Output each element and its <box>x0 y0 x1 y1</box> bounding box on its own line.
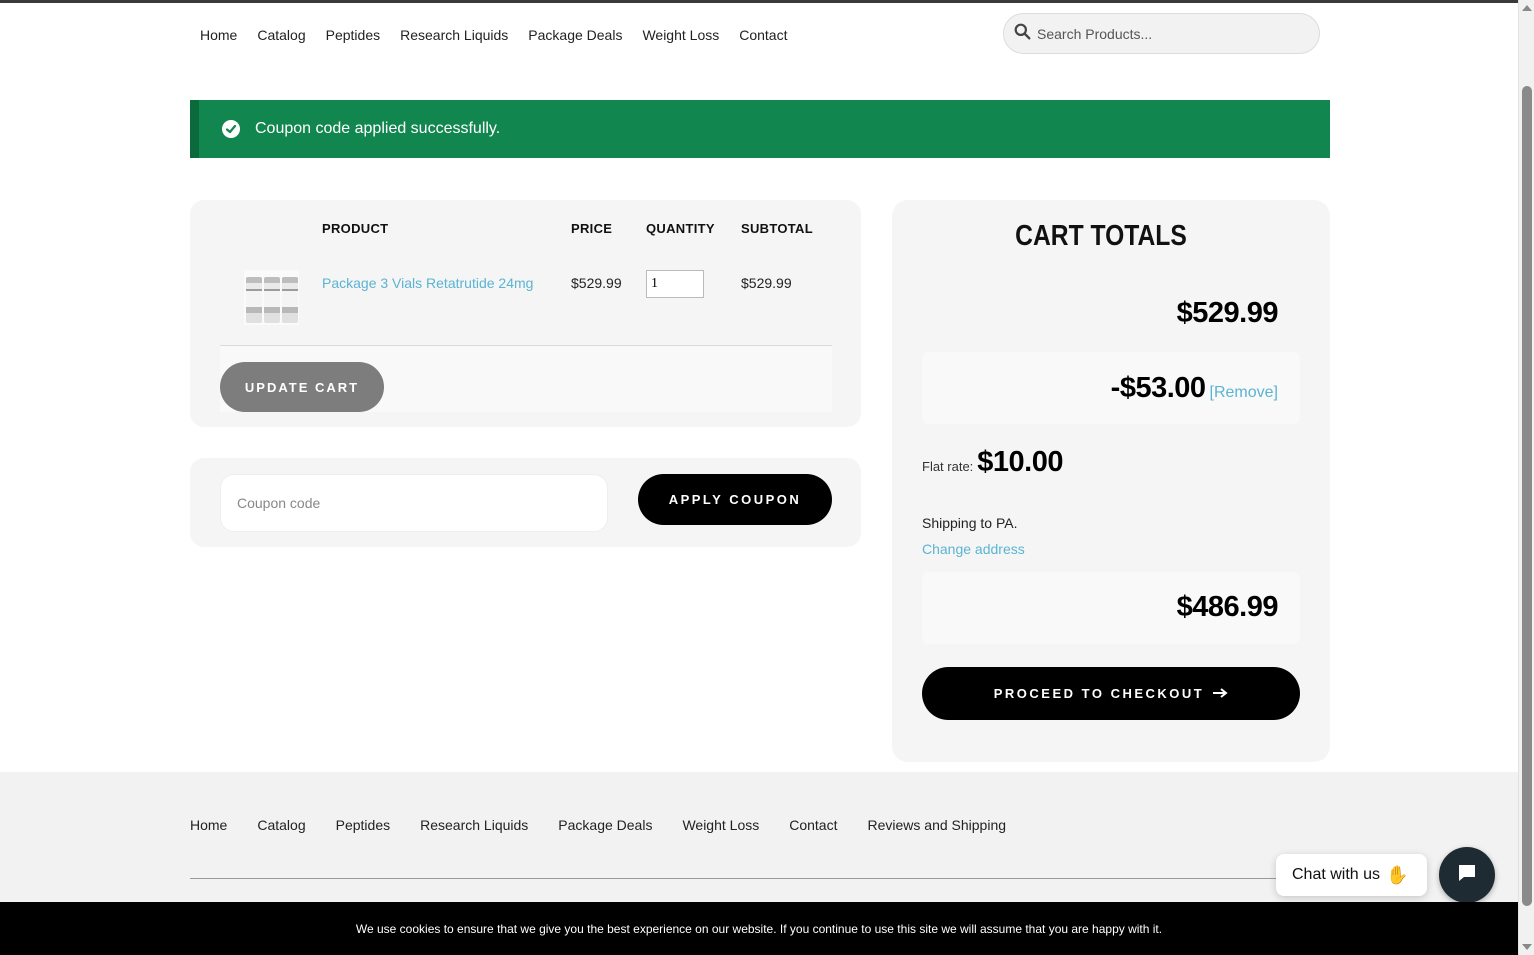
cookie-banner: We use cookies to ensure that we give yo… <box>0 902 1518 955</box>
check-circle-icon <box>222 120 240 138</box>
flat-rate-value: $10.00 <box>977 446 1063 478</box>
coupon-panel: APPLY COUPON <box>190 458 861 547</box>
product-thumbnail[interactable] <box>244 270 299 325</box>
header-subtotal: SUBTOTAL <box>741 221 813 236</box>
nav-contact[interactable]: Contact <box>739 27 787 43</box>
scroll-down-icon[interactable] <box>1522 944 1532 950</box>
shipping-method: Flat rate: $10.00 <box>922 446 1063 479</box>
nav-weight-loss[interactable]: Weight Loss <box>642 27 719 43</box>
apply-coupon-button[interactable]: APPLY COUPON <box>638 474 832 525</box>
search-box <box>1003 13 1320 54</box>
chat-prompt[interactable]: Chat with us ✋ <box>1276 854 1427 896</box>
flat-rate-label: Flat rate: <box>922 459 974 474</box>
footer-home[interactable]: Home <box>190 817 227 833</box>
footer-contact[interactable]: Contact <box>789 817 837 833</box>
update-cart-button[interactable]: UPDATE CART <box>220 362 384 412</box>
footer-weight-loss[interactable]: Weight Loss <box>682 817 759 833</box>
remove-coupon-link[interactable]: [Remove] <box>1210 384 1278 402</box>
quantity-input[interactable] <box>646 270 704 298</box>
product-name-link[interactable]: Package 3 Vials Retatrutide 24mg <box>322 275 533 291</box>
footer-nav: Home Catalog Peptides Research Liquids P… <box>190 817 1006 833</box>
search-icon[interactable] <box>1014 23 1031 45</box>
order-total-row: $486.99 <box>922 572 1300 644</box>
waving-hand-icon: ✋ <box>1386 864 1409 885</box>
header-quantity: QUANTITY <box>646 221 715 236</box>
search-input[interactable] <box>1037 25 1307 42</box>
nav-package-deals[interactable]: Package Deals <box>528 27 622 43</box>
change-address-link[interactable]: Change address <box>922 541 1025 557</box>
success-notice: Coupon code applied successfully. <box>190 100 1330 158</box>
nav-home[interactable]: Home <box>200 27 237 43</box>
main-nav: Home Catalog Peptides Research Liquids P… <box>200 27 787 43</box>
cart-totals: CART TOTALS $529.99 -$53.00 [Remove] Fla… <box>892 200 1330 762</box>
header-price: PRICE <box>571 221 613 236</box>
chat-launcher-button[interactable] <box>1439 847 1495 903</box>
coupon-code-input[interactable] <box>220 474 608 532</box>
chat-icon <box>1456 862 1478 889</box>
proceed-to-checkout-button[interactable]: PROCEED TO CHECKOUT <box>922 667 1300 720</box>
nav-peptides[interactable]: Peptides <box>326 27 380 43</box>
footer-research-liquids[interactable]: Research Liquids <box>420 817 528 833</box>
scrollbar[interactable] <box>1518 0 1534 955</box>
notice-message: Coupon code applied successfully. <box>255 120 501 137</box>
footer-divider <box>190 878 1330 879</box>
discount-value: -$53.00 <box>1110 372 1206 404</box>
nav-research-liquids[interactable]: Research Liquids <box>400 27 508 43</box>
shipping-destination: Shipping to PA. <box>922 515 1018 531</box>
product-price: $529.99 <box>571 275 622 291</box>
cookie-text: We use cookies to ensure that we give yo… <box>355 921 1163 936</box>
cart-totals-title: CART TOTALS <box>1015 220 1187 252</box>
scroll-up-icon[interactable] <box>1522 5 1532 11</box>
nav-catalog[interactable]: Catalog <box>257 27 305 43</box>
footer-catalog[interactable]: Catalog <box>257 817 305 833</box>
discount-row: -$53.00 [Remove] <box>922 352 1300 424</box>
footer-reviews-shipping[interactable]: Reviews and Shipping <box>867 817 1006 833</box>
order-total-value: $486.99 <box>1176 591 1279 623</box>
scrollbar-thumb[interactable] <box>1522 86 1532 906</box>
subtotal-value: $529.99 <box>1176 297 1279 329</box>
header-product: PRODUCT <box>322 221 389 236</box>
footer-package-deals[interactable]: Package Deals <box>558 817 652 833</box>
top-border <box>0 0 1534 3</box>
checkout-label: PROCEED TO CHECKOUT <box>993 686 1205 701</box>
arrow-right-icon <box>1212 686 1228 701</box>
product-subtotal: $529.99 <box>741 275 792 291</box>
footer-peptides[interactable]: Peptides <box>336 817 390 833</box>
chat-label: Chat with us <box>1292 866 1381 883</box>
